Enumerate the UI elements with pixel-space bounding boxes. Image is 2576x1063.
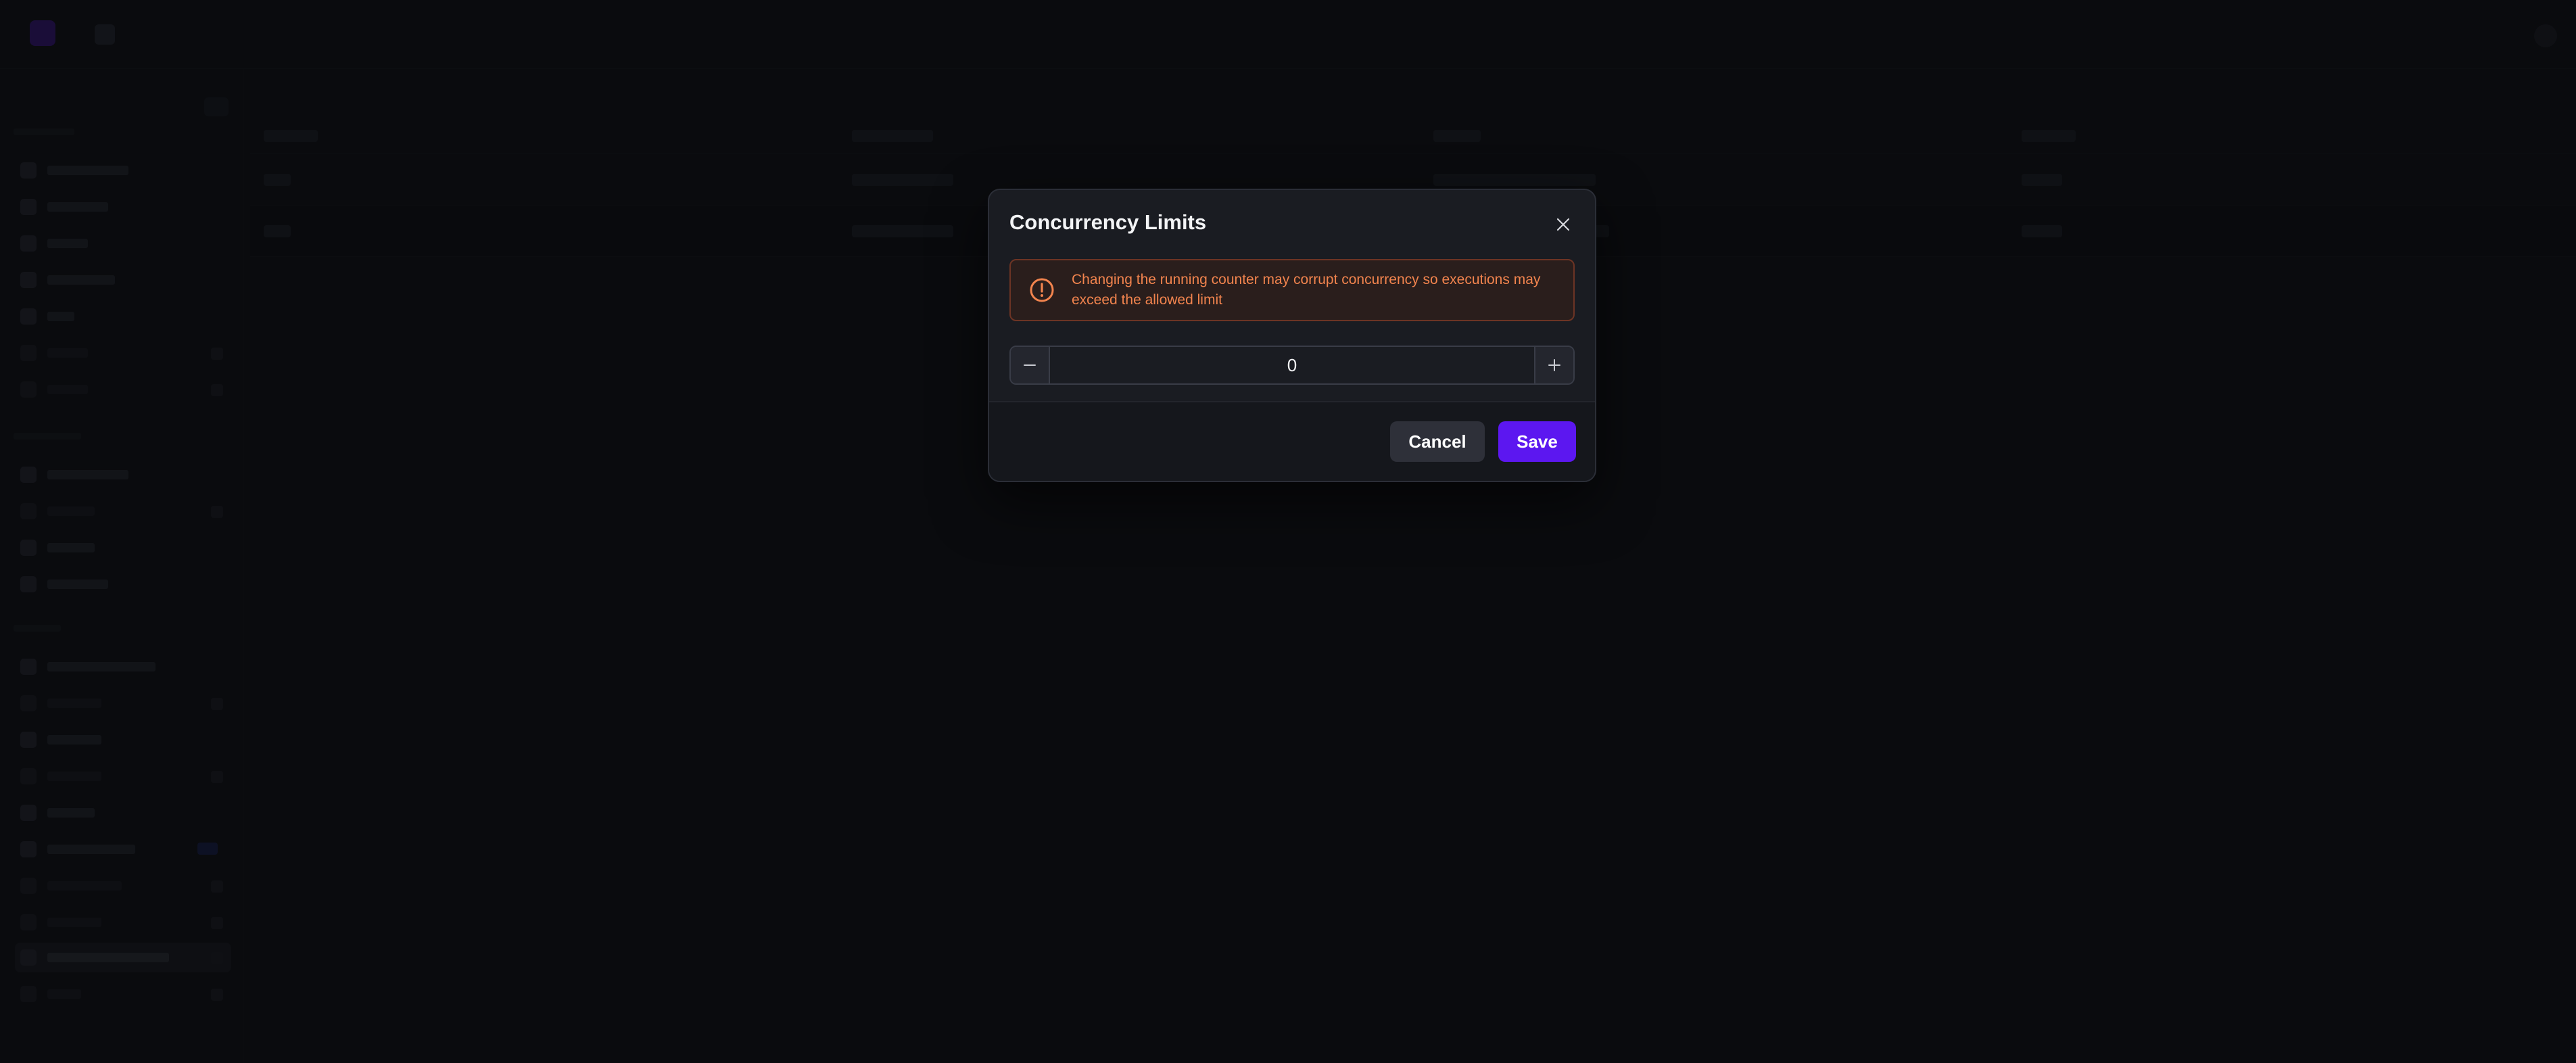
concurrency-limits-dialog: Concurrency Limits Changing the running … xyxy=(988,189,1596,482)
plus-icon xyxy=(1548,359,1560,371)
modal-overlay[interactable] xyxy=(0,0,2576,1063)
decrement-button[interactable] xyxy=(1011,347,1050,383)
alert-circle-icon xyxy=(1030,278,1054,302)
close-icon xyxy=(1556,218,1570,231)
dialog-title: Concurrency Limits xyxy=(1009,210,1207,234)
increment-button[interactable] xyxy=(1534,347,1573,383)
dialog-footer: Cancel Save xyxy=(989,401,1595,481)
save-button[interactable]: Save xyxy=(1498,421,1576,462)
running-counter-stepper xyxy=(1009,346,1575,385)
minus-icon xyxy=(1024,364,1036,366)
running-counter-input[interactable] xyxy=(1050,347,1534,383)
cancel-button[interactable]: Cancel xyxy=(1390,421,1485,462)
warning-alert: Changing the running counter may corrupt… xyxy=(1009,259,1575,321)
close-button[interactable] xyxy=(1552,213,1575,236)
warning-text: Changing the running counter may corrupt… xyxy=(1072,272,1541,308)
